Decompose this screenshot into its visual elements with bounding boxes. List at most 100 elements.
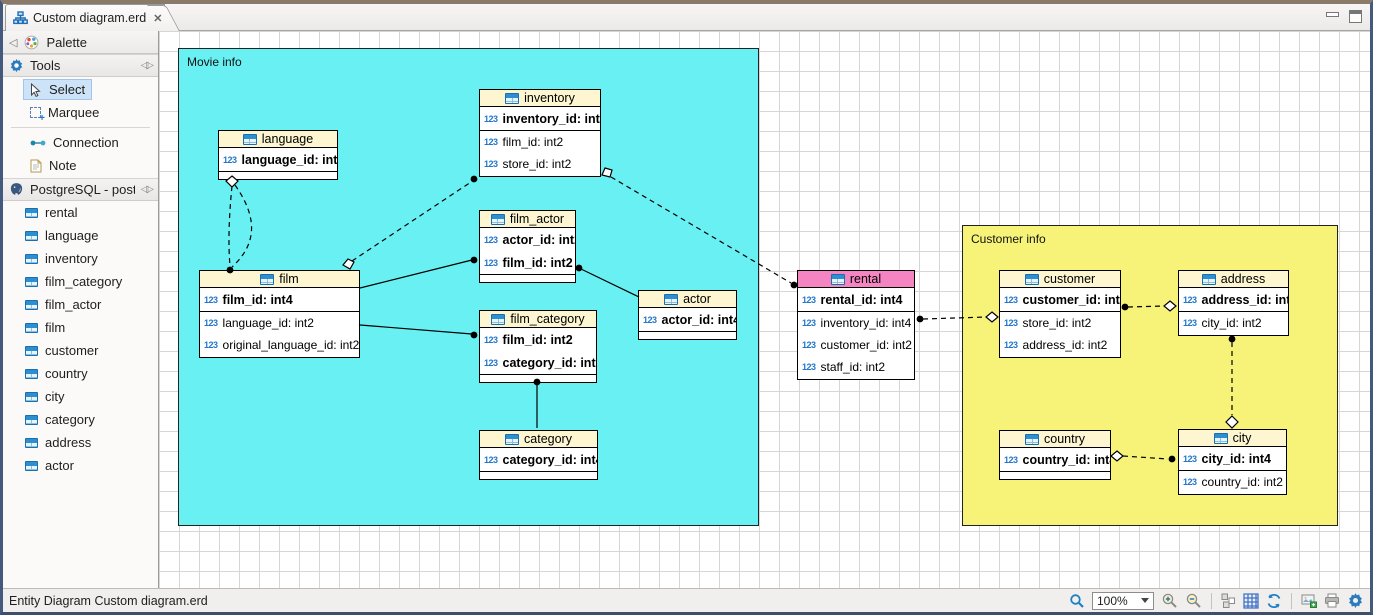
tool-connection[interactable]: Connection <box>23 132 126 153</box>
sidebar-item-address[interactable]: address <box>3 431 158 454</box>
entity-header[interactable]: inventory <box>480 90 600 107</box>
diagram-layout-icon[interactable] <box>1221 593 1236 608</box>
table-icon <box>1025 434 1039 445</box>
zoom-in-icon[interactable] <box>1161 592 1178 609</box>
column-city_id[interactable]: 123city_id: int2 <box>1179 312 1288 334</box>
database-section-header[interactable]: PostgreSQL - post... ◁▷ <box>3 178 158 201</box>
column-category_id[interactable]: 123category_id: int2 <box>480 351 596 374</box>
maximize-icon[interactable] <box>1349 10 1362 23</box>
tab-custom-diagram[interactable]: Custom diagram.erd ✕ <box>5 4 165 31</box>
collapse-palette-icon[interactable]: ◁ <box>9 36 17 49</box>
sidebar-item-rental[interactable]: rental <box>3 201 158 224</box>
entity-header[interactable]: address <box>1179 271 1288 288</box>
entity-header[interactable]: city <box>1179 430 1286 447</box>
entity-customer[interactable]: customer 123customer_id: int4 123store_i… <box>999 270 1121 358</box>
entity-rental[interactable]: rental 123rental_id: int4 123inventory_i… <box>797 270 915 380</box>
column-label: film_id: int2 <box>503 135 564 149</box>
tool-marquee[interactable]: Marquee <box>23 102 106 123</box>
sidebar-item-category[interactable]: category <box>3 408 158 431</box>
column-store_id[interactable]: 123store_id: int2 <box>1000 312 1120 334</box>
column-film_id[interactable]: 123film_id: int4 <box>200 288 359 311</box>
column-address_id[interactable]: 123address_id: int4 <box>1179 288 1288 311</box>
entity-city[interactable]: city 123 city_id: int4 123country_id: int… <box>1178 429 1287 495</box>
column-city_id[interactable]: 123 city_id: int4 <box>1179 447 1286 470</box>
grid-toggle-icon[interactable] <box>1243 593 1259 609</box>
entity-header[interactable]: rental <box>798 271 914 288</box>
sidebar-item-inventory[interactable]: inventory <box>3 247 158 270</box>
tool-select[interactable]: Select <box>23 79 92 100</box>
sidebar-item-film_actor[interactable]: film_actor <box>3 293 158 316</box>
column-inventory_id[interactable]: 123inventory_id: int4 <box>480 107 600 130</box>
numeric-type-icon: 123 <box>1183 454 1197 464</box>
entity-film_category[interactable]: film_category 123film_id: int2 123catego… <box>479 310 597 383</box>
tab-close-icon[interactable]: ✕ <box>153 12 162 25</box>
column-actor_id[interactable]: 123actor_id: int4 <box>639 308 736 331</box>
entity-film_actor[interactable]: film_actor 123actor_id: int2 123film_id:… <box>479 210 576 283</box>
entity-address[interactable]: address 123address_id: int4 123city_id: … <box>1178 270 1289 336</box>
column-film_id[interactable]: 123film_id: int2 <box>480 131 600 153</box>
entity-title: rental <box>850 272 881 286</box>
entity-title: city <box>1233 431 1252 445</box>
column-inventory_id[interactable]: 123inventory_id: int4 <box>798 312 914 334</box>
numeric-type-icon: 123 <box>1004 340 1018 350</box>
pin-icon[interactable]: ◁▷ <box>141 60 152 71</box>
sidebar-item-film[interactable]: film <box>3 316 158 339</box>
table-icon <box>25 323 38 333</box>
entity-header[interactable]: film <box>200 271 359 288</box>
erd-canvas[interactable]: Movie info Customer info <box>159 31 1370 588</box>
column-store_id[interactable]: 123store_id: int2 <box>480 153 600 175</box>
column-customer_id[interactable]: 123customer_id: int2 <box>798 334 914 356</box>
entity-title: category <box>524 432 572 446</box>
entity-language[interactable]: language 123language_id: int4 <box>218 130 338 180</box>
zoom-level-select[interactable]: 100% <box>1092 592 1154 610</box>
sidebar-item-city[interactable]: city <box>3 385 158 408</box>
sidebar-item-film_category[interactable]: film_category <box>3 270 158 293</box>
sidebar-item-customer[interactable]: customer <box>3 339 158 362</box>
zoom-out-icon[interactable] <box>1185 592 1202 609</box>
entity-country[interactable]: country 123country_id: int4 <box>999 430 1111 480</box>
marquee-icon <box>30 107 41 118</box>
column-customer_id[interactable]: 123customer_id: int4 <box>1000 288 1120 311</box>
sidebar-item-actor[interactable]: actor <box>3 454 158 477</box>
entity-category[interactable]: category 123category_id: int4 <box>479 430 598 480</box>
entity-header[interactable]: film_category <box>480 311 596 328</box>
column-category_id[interactable]: 123category_id: int4 <box>480 448 597 471</box>
entity-header[interactable]: film_actor <box>480 211 575 228</box>
refresh-icon[interactable] <box>1266 593 1282 609</box>
tool-note[interactable]: Note <box>23 155 83 176</box>
column-address_id[interactable]: 123address_id: int2 <box>1000 334 1120 356</box>
settings-gear-icon[interactable] <box>1347 592 1364 609</box>
tool-note-label: Note <box>49 158 76 173</box>
column-country_id[interactable]: 123country_id: int4 <box>1000 448 1110 471</box>
pin-icon[interactable]: ◁▷ <box>141 184 152 195</box>
column-rental_id[interactable]: 123rental_id: int4 <box>798 288 914 311</box>
column-actor_id[interactable]: 123actor_id: int2 <box>480 228 575 251</box>
print-icon[interactable] <box>1324 593 1340 608</box>
region-label: Movie info <box>187 55 242 69</box>
column-film_id[interactable]: 123film_id: int2 <box>480 328 596 351</box>
entity-header[interactable]: actor <box>639 291 736 308</box>
column-language_id[interactable]: 123language_id: int4 <box>219 148 337 171</box>
column-original_language_id[interactable]: 123original_language_id: int2 <box>200 334 359 356</box>
sidebar-item-country[interactable]: country <box>3 362 158 385</box>
gear-icon <box>9 58 24 73</box>
search-icon[interactable] <box>1069 593 1085 609</box>
column-staff_id[interactable]: 123staff_id: int2 <box>798 356 914 378</box>
entity-inventory[interactable]: inventory 123inventory_id: int4 123film_… <box>479 89 601 177</box>
entity-actor[interactable]: actor 123actor_id: int4 <box>638 290 737 340</box>
column-label: city_id: int4 <box>1202 452 1271 466</box>
entity-film[interactable]: film 123film_id: int4 123language_id: in… <box>199 270 360 358</box>
palette-label: Palette <box>46 35 86 50</box>
entity-header[interactable]: customer <box>1000 271 1120 288</box>
column-film_id[interactable]: 123film_id: int2 <box>480 251 575 274</box>
save-as-image-icon[interactable] <box>1301 594 1317 608</box>
tools-section-header[interactable]: Tools ◁▷ <box>3 54 158 77</box>
entity-header[interactable]: country <box>1000 431 1110 448</box>
entity-title: country <box>1044 432 1085 446</box>
column-language_id[interactable]: 123language_id: int2 <box>200 312 359 334</box>
entity-header[interactable]: category <box>480 431 597 448</box>
entity-header[interactable]: language <box>219 131 337 148</box>
minimize-icon[interactable] <box>1326 12 1339 17</box>
sidebar-item-language[interactable]: language <box>3 224 158 247</box>
column-country_id[interactable]: 123country_id: int2 <box>1179 471 1286 493</box>
